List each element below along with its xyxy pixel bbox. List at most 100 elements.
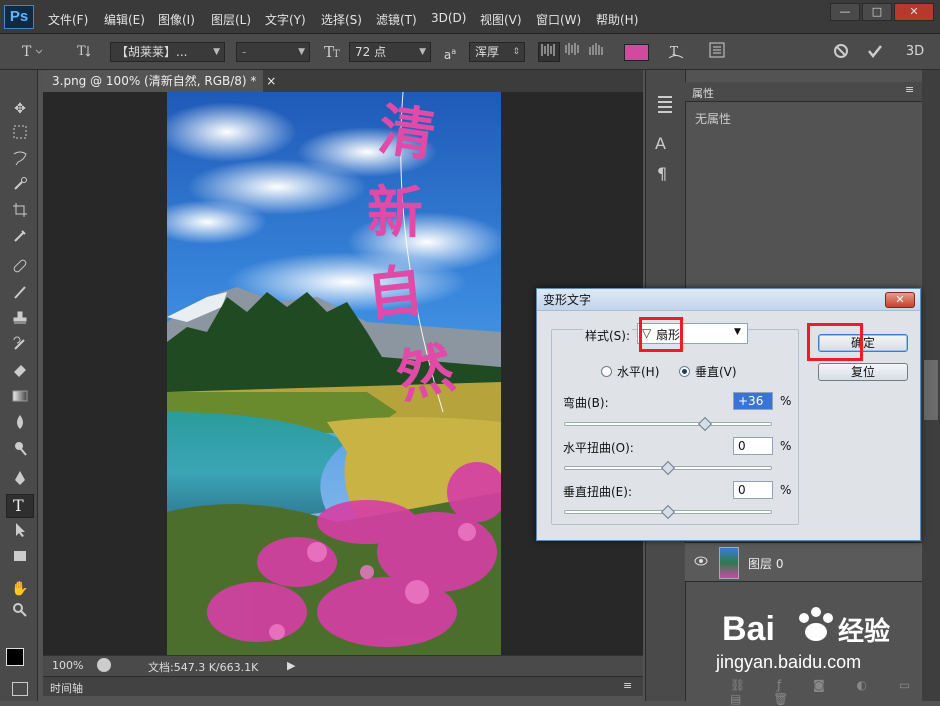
move-tool-icon[interactable]: ✥	[9, 98, 31, 120]
svg-text:T: T	[13, 496, 24, 515]
type-tool-preset-icon[interactable]: T	[18, 42, 44, 62]
svg-text:T: T	[77, 44, 86, 59]
vertical-distortion-input[interactable]: 0	[733, 481, 773, 499]
paragraph-panel-icon[interactable]: ¶	[657, 164, 679, 186]
menu-image[interactable]: 图像(I)	[158, 11, 195, 28]
properties-tab[interactable]: 属性	[692, 85, 714, 101]
watermark-url: jingyan.baidu.com	[715, 652, 861, 672]
panel-menu-icon[interactable]: ≡	[623, 679, 632, 692]
history-brush-tool-icon[interactable]	[9, 336, 31, 358]
watermark-brand: Bai	[722, 610, 775, 648]
crop-tool-icon[interactable]	[9, 202, 31, 224]
menu-file[interactable]: 文件(F)	[48, 11, 88, 28]
foreground-color-swatch[interactable]	[6, 648, 24, 666]
timeline-panel: 时间轴 ≡	[43, 676, 643, 696]
bend-slider[interactable]	[564, 422, 772, 426]
warp-text-icon[interactable]: T	[664, 42, 688, 62]
character-panel-icon[interactable]: A	[655, 134, 677, 156]
bend-input[interactable]: +36	[733, 392, 773, 410]
antialias-value: 浑厚	[475, 45, 500, 59]
commit-check-icon[interactable]	[864, 42, 886, 62]
pen-tool-icon[interactable]	[9, 470, 31, 492]
zoom-tool-icon[interactable]	[9, 602, 31, 624]
align-right-icon[interactable]	[586, 42, 608, 62]
options-bar: T T 【胡莱莱】... ▼ - ▼ TT 72 点 ▼ aa 浑厚 ⇕ T 3D	[0, 34, 940, 70]
chevron-down-icon: ▼	[419, 47, 426, 57]
document-canvas-image[interactable]: 清 新 自 然	[167, 92, 501, 655]
percent-label: %	[780, 394, 792, 408]
menu-help[interactable]: 帮助(H)	[596, 11, 638, 28]
vertical-radio[interactable]	[679, 366, 690, 377]
quick-mask-icon[interactable]	[12, 682, 28, 696]
menu-type[interactable]: 文字(Y)	[265, 11, 306, 28]
layer-actions-icons[interactable]: ⛓ ƒ ◙ ◐ ▭ ▤ 🗑	[730, 678, 940, 706]
status-menu-arrow-icon[interactable]: ▶	[287, 659, 295, 672]
percent-label: %	[780, 483, 792, 497]
menu-3d[interactable]: 3D(D)	[431, 11, 466, 25]
3d-icon[interactable]: 3D	[902, 42, 928, 62]
reset-button[interactable]: 复位	[818, 363, 908, 381]
font-size-icon: TT	[322, 42, 344, 62]
font-style-select[interactable]: - ▼	[236, 42, 310, 62]
brush-tool-icon[interactable]	[9, 284, 31, 306]
menu-layer[interactable]: 图层(L)	[211, 11, 251, 28]
close-tab-icon[interactable]: ×	[266, 74, 276, 88]
font-size-select[interactable]: 72 点 ▼	[349, 42, 431, 62]
cancel-icon[interactable]	[830, 42, 852, 62]
horizontal-distortion-input[interactable]: 0	[733, 437, 773, 455]
canvas-text-char[interactable]: 自	[364, 258, 426, 328]
antialias-icon: aa	[443, 47, 457, 62]
font-size-value: 72 点	[355, 45, 387, 59]
lasso-tool-icon[interactable]	[9, 150, 31, 172]
dialog-title: 变形文字	[537, 289, 920, 311]
font-family-select[interactable]: 【胡莱莱】... ▼	[110, 42, 225, 62]
horizontal-radio[interactable]	[601, 366, 612, 377]
rectangle-tool-icon[interactable]	[9, 548, 31, 570]
close-window-button[interactable]: ✕	[894, 3, 934, 21]
dodge-tool-icon[interactable]	[9, 440, 31, 462]
menu-edit[interactable]: 编辑(E)	[104, 11, 145, 28]
marquee-tool-icon[interactable]	[9, 124, 31, 146]
svg-text:T: T	[333, 49, 340, 60]
eraser-tool-icon[interactable]	[9, 362, 31, 384]
antialias-select[interactable]: 浑厚 ⇕	[469, 42, 525, 62]
canvas-text-char[interactable]: 新	[367, 181, 423, 246]
layer-row[interactable]: 图层 0	[685, 542, 922, 582]
type-tool-icon[interactable]: T	[6, 494, 34, 518]
status-bar: 100% 文档:547.3 K/663.1K ▶	[43, 655, 643, 676]
properties-header: 属性 ≡	[685, 82, 922, 102]
gradient-tool-icon[interactable]	[9, 388, 31, 410]
panel-menu-icon[interactable]: ≡	[905, 83, 914, 96]
canvas-text-char[interactable]: 清	[375, 97, 440, 169]
minimize-button[interactable]: —	[830, 3, 860, 21]
character-panel-icon[interactable]	[706, 42, 728, 62]
eye-visibility-icon[interactable]	[694, 555, 708, 569]
text-orientation-icon[interactable]: T	[72, 42, 96, 62]
dialog-close-button[interactable]: ✕	[885, 292, 915, 308]
healing-brush-tool-icon[interactable]	[9, 258, 31, 280]
menu-bar: Ps 文件(F) 编辑(E) 图像(I) 图层(L) 文字(Y) 选择(S) 滤…	[0, 0, 940, 34]
align-left-icon[interactable]	[538, 42, 560, 62]
zoom-level[interactable]: 100%	[52, 659, 83, 672]
hand-tool-icon[interactable]: ✋	[9, 578, 31, 600]
eyedropper-tool-icon[interactable]	[9, 228, 31, 250]
timeline-tab[interactable]: 时间轴	[50, 680, 83, 696]
blur-tool-icon[interactable]	[9, 414, 31, 436]
document-tab[interactable]: 3.png @ 100% (清新自然, RGB/8) * ×	[43, 70, 276, 92]
menu-select[interactable]: 选择(S)	[321, 11, 362, 28]
menu-filter[interactable]: 滤镜(T)	[376, 11, 417, 28]
align-center-icon[interactable]	[562, 42, 584, 62]
share-icon[interactable]	[97, 658, 111, 672]
quick-select-tool-icon[interactable]	[9, 176, 31, 198]
menu-view[interactable]: 视图(V)	[480, 11, 522, 28]
menu-window[interactable]: 窗口(W)	[536, 11, 581, 28]
scrollbar-thumb[interactable]	[924, 360, 938, 420]
layer-name[interactable]: 图层 0	[748, 555, 783, 572]
text-color-swatch[interactable]	[624, 44, 649, 61]
path-selection-tool-icon[interactable]	[9, 522, 31, 544]
chevron-down-icon: ▼	[734, 327, 741, 337]
clone-stamp-tool-icon[interactable]	[9, 310, 31, 332]
highlight-ok-box	[807, 323, 863, 361]
history-panel-icon[interactable]	[654, 94, 676, 116]
maximize-button[interactable]: □	[862, 3, 892, 21]
